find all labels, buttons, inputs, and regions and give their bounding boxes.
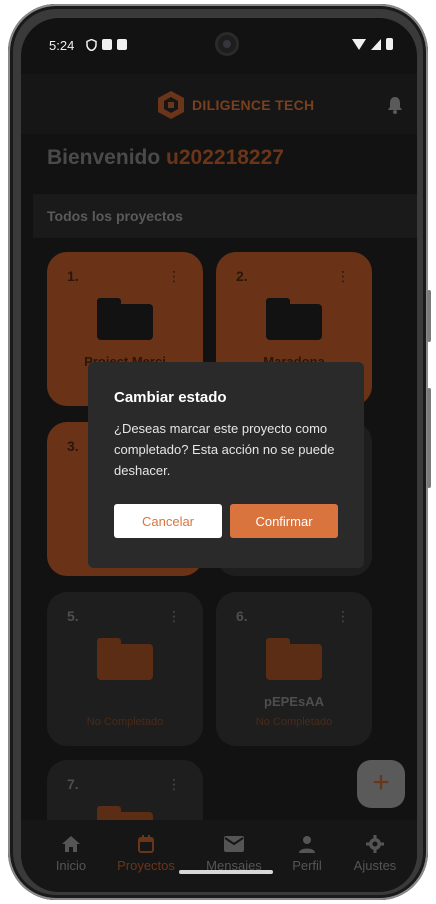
dialog-title: Cambiar estado — [114, 389, 227, 406]
cancel-button[interactable]: Cancelar — [114, 504, 222, 538]
change-status-dialog: Cambiar estado ¿Deseas marcar este proye… — [88, 362, 364, 568]
phone-frame: 5:24 DILIGENCE TECH Bienvenido u20221822… — [8, 4, 431, 900]
dialog-message: ¿Deseas marcar este proyecto como comple… — [114, 421, 335, 478]
volume-button — [427, 388, 431, 488]
screen: 5:24 DILIGENCE TECH Bienvenido u20221822… — [21, 18, 417, 892]
power-button — [427, 290, 431, 342]
confirm-button[interactable]: Confirmar — [230, 504, 338, 538]
